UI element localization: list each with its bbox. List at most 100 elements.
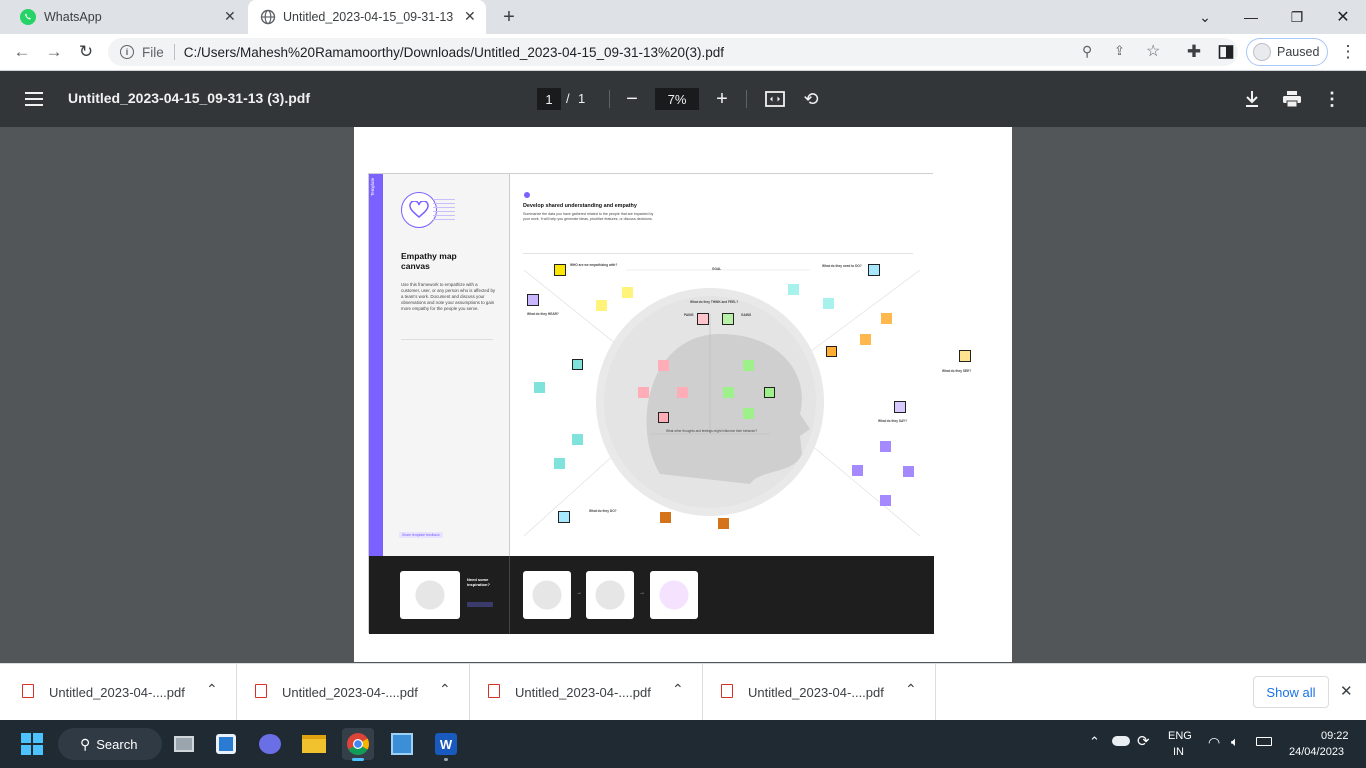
need-icon <box>868 264 880 276</box>
close-window-button[interactable]: ✕ <box>1320 2 1366 32</box>
need-label: What do they need to DO? <box>822 264 862 268</box>
language-top[interactable]: ENG <box>1168 730 1192 742</box>
tab-whatsapp[interactable]: WhatsApp ✕ <box>8 0 246 34</box>
download-item[interactable]: Untitled_2023-04-....pdf ⌃ <box>237 664 470 720</box>
side-panel-icon[interactable] <box>1212 38 1240 66</box>
download-filename: Untitled_2023-04-....pdf <box>282 685 418 700</box>
sticky-note <box>718 518 729 529</box>
gains-label: GAINS <box>741 313 752 317</box>
download-item[interactable]: Untitled_2023-04-....pdf ⌃ <box>4 664 237 720</box>
arrow-icon: → <box>639 590 645 596</box>
do-label: What do they DO? <box>589 509 617 513</box>
fit-to-page-icon[interactable] <box>763 87 787 111</box>
step-thumbnail[interactable] <box>650 571 698 619</box>
onedrive-icon[interactable] <box>1112 736 1130 746</box>
step-thumbnail[interactable] <box>586 571 634 619</box>
minimize-button[interactable]: — <box>1228 2 1274 32</box>
info-panel: Empathy map canvas Use this framework to… <box>383 174 509 556</box>
zoom-in-icon[interactable]: + <box>710 87 734 111</box>
step-thumbnail[interactable] <box>523 571 571 619</box>
close-icon[interactable]: ✕ <box>224 8 236 25</box>
zoom-out-icon[interactable]: − <box>620 87 644 111</box>
close-icon[interactable]: ✕ <box>464 8 476 25</box>
restore-button[interactable]: ❐ <box>1274 2 1320 32</box>
widgets-icon[interactable] <box>210 728 242 760</box>
whatsapp-icon <box>20 9 36 25</box>
task-view-icon[interactable] <box>168 728 200 760</box>
divider <box>609 90 610 108</box>
pdf-page: Template Empathy map canvas Use this fra… <box>354 127 1012 662</box>
profile-button[interactable]: Paused <box>1246 38 1328 66</box>
download-item[interactable]: Untitled_2023-04-....pdf ⌃ <box>470 664 703 720</box>
chevron-up-icon[interactable]: ⌃ <box>439 681 451 698</box>
sticky-note <box>723 387 734 398</box>
sticky-note <box>823 298 834 309</box>
sticky-note <box>596 300 607 311</box>
say-icon <box>894 401 906 413</box>
page-number-input[interactable]: 1 <box>537 88 561 110</box>
word-icon[interactable]: W <box>430 728 462 761</box>
sticky-note <box>743 408 754 419</box>
profile-status: Paused <box>1277 45 1320 59</box>
sticky-note <box>572 434 583 445</box>
app-icon[interactable] <box>386 728 418 760</box>
zoom-level-input[interactable]: 7% <box>655 88 699 110</box>
language-bottom[interactable]: IN <box>1173 746 1184 758</box>
extensions-puzzle-icon[interactable]: ✚ <box>1180 38 1208 66</box>
volume-icon[interactable]: 🔈︎ <box>1231 734 1239 750</box>
chevron-up-icon[interactable]: ⌃ <box>672 681 684 698</box>
say-label: What do they SAY? <box>878 419 908 423</box>
forward-button[interactable]: → <box>40 38 68 66</box>
close-shelf-icon[interactable]: ✕ <box>1340 682 1353 700</box>
chevron-up-icon[interactable]: ⌃ <box>206 681 218 698</box>
print-icon[interactable] <box>1280 87 1304 111</box>
tab-search-chevron-icon[interactable]: ⌄ <box>1182 2 1228 32</box>
file-scheme-label: File <box>142 44 164 60</box>
tray-chevron-icon[interactable]: ⌃ <box>1089 734 1100 750</box>
download-filename: Untitled_2023-04-....pdf <box>748 685 884 700</box>
gains-icon <box>722 313 734 325</box>
search-label: Search <box>96 736 138 752</box>
clock-time[interactable]: 09:22 <box>1321 730 1349 742</box>
more-options-icon[interactable]: ⋮ <box>1320 87 1344 111</box>
other-thoughts-label: What other thoughts and feelings might i… <box>666 429 758 433</box>
hear-icon <box>527 294 539 306</box>
empathy-map-board: Template Empathy map canvas Use this fra… <box>368 173 971 634</box>
sticky-note <box>852 465 863 476</box>
tab-pdf[interactable]: Untitled_2023-04-15_09-31-13 (3 ✕ <box>248 0 486 34</box>
rotate-icon[interactable]: ⟲ <box>799 87 823 111</box>
decor-lines <box>433 198 455 220</box>
more-menu-icon[interactable]: ⋮ <box>1334 38 1362 66</box>
pdf-toolbar: Untitled_2023-04-15_09-31-13 (3).pdf 1 /… <box>0 71 1366 127</box>
hear-label: What do they HEAR? <box>527 312 559 316</box>
clock-date[interactable]: 24/04/2023 <box>1289 746 1344 758</box>
sticky-note <box>534 382 545 393</box>
download-icon[interactable] <box>1240 87 1264 111</box>
start-windows-icon[interactable] <box>16 728 48 760</box>
taskbar-search[interactable]: ⚲ Search <box>58 728 162 760</box>
sticky-note <box>743 360 754 371</box>
sync-icon[interactable]: ⟳ <box>1137 732 1150 750</box>
share-icon[interactable]: ⇪ <box>1114 43 1125 59</box>
bookmark-star-icon[interactable]: ☆ <box>1146 41 1160 61</box>
file-explorer-icon[interactable] <box>298 728 330 760</box>
zoom-icon[interactable]: ⚲ <box>1082 43 1092 60</box>
pdf-viewer[interactable]: Template Empathy map canvas Use this fra… <box>0 127 1366 663</box>
reload-button[interactable]: ↻ <box>72 38 100 66</box>
new-tab-button[interactable]: + <box>496 4 522 30</box>
share-feedback-link[interactable]: Share template feedback <box>399 532 443 538</box>
chevron-up-icon[interactable]: ⌃ <box>905 681 917 698</box>
show-all-button[interactable]: Show all <box>1253 676 1329 708</box>
address-bar[interactable]: i File C:/Users/Mahesh%20Ramamoorthy/Dow… <box>108 38 1238 66</box>
battery-icon[interactable] <box>1256 737 1272 746</box>
chrome-icon[interactable] <box>342 728 374 761</box>
teams-chat-icon[interactable] <box>254 728 286 760</box>
globe-icon <box>260 9 276 25</box>
wifi-icon[interactable]: ◠ <box>1208 734 1220 751</box>
info-icon: i <box>120 45 134 59</box>
open-example-button[interactable] <box>467 602 493 607</box>
menu-hamburger-icon[interactable] <box>22 87 46 111</box>
example-thumbnail[interactable] <box>400 571 460 619</box>
back-button[interactable]: ← <box>8 38 36 66</box>
download-item[interactable]: Untitled_2023-04-....pdf ⌃ <box>703 664 936 720</box>
